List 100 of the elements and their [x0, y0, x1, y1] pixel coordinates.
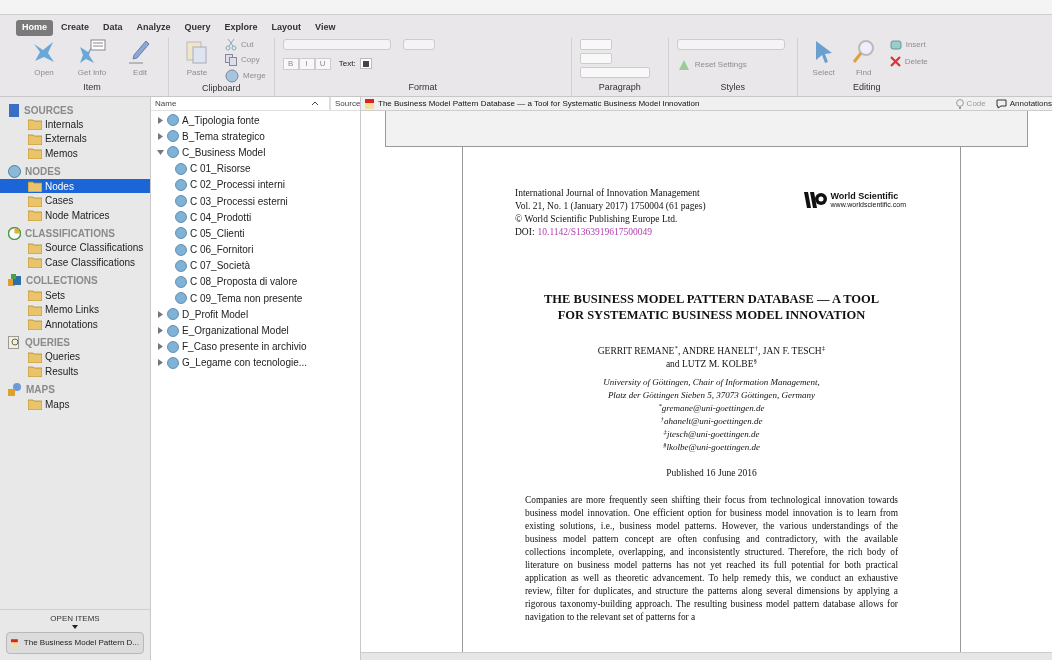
dropdown-arrow-icon[interactable] [72, 625, 78, 629]
expanded-arrow-icon[interactable] [157, 148, 164, 156]
node-name[interactable]: C 07_Società [190, 258, 251, 274]
collapsed-arrow-icon[interactable] [157, 132, 164, 140]
folder-icon [28, 256, 42, 269]
annotations-button[interactable]: Annotations [995, 97, 1052, 110]
node-icon [167, 114, 179, 127]
node-name[interactable]: A_Tipologia fonte [182, 112, 260, 128]
group-label: Clipboard [202, 82, 241, 95]
paper-title-line: FOR SYSTEMATIC BUSINESS MODEL INNOVATION [557, 307, 866, 323]
ribbon-tab[interactable]: Layout [265, 20, 308, 36]
sidebar-item[interactable]: Annotations [0, 316, 150, 332]
chart-icon [8, 227, 21, 241]
ribbon-tab[interactable]: Home [16, 20, 53, 36]
collapsed-arrow-icon[interactable] [157, 343, 164, 351]
section-heading: SOURCES [24, 103, 74, 118]
ribbon-tab[interactable]: Analyze [130, 20, 177, 36]
section-heading: CLASSIFICATIONS [25, 227, 115, 242]
section-heading: COLLECTIONS [26, 274, 98, 289]
node-icon [167, 356, 179, 369]
collapsed-arrow-icon[interactable] [157, 359, 164, 367]
sidebar-item[interactable]: Externals [0, 131, 150, 147]
pencil-icon [129, 38, 151, 65]
column-header[interactable]: Source [330, 97, 360, 110]
node-name[interactable]: E_Organizational Model [182, 323, 289, 339]
boxes-icon [8, 274, 22, 288]
node-icon [167, 130, 179, 143]
node-name[interactable]: F_Caso presente in archivio [182, 339, 307, 355]
group-label: Paragraph [598, 82, 641, 94]
open-item[interactable]: The Business Model Pattern D... [6, 632, 144, 654]
pdf-icon [11, 638, 18, 648]
paper-title-line: THE BUSINESS MODEL PATTERN DATABASE — A TOOL [543, 291, 880, 307]
node-name[interactable]: C 02_Processi interni [190, 177, 286, 193]
node-icon [175, 275, 187, 288]
folder-icon [28, 118, 42, 131]
folder-icon [28, 303, 42, 316]
folder-icon [28, 180, 42, 193]
node-icon [167, 340, 179, 353]
sidebar-item[interactable]: Internals [0, 117, 150, 132]
node-name[interactable]: C 09_Tema non presente [190, 290, 303, 306]
node-name[interactable]: C 06_Fornitori [190, 242, 254, 258]
group-label: Item [83, 82, 101, 94]
pdf-icon [365, 98, 374, 109]
column-header[interactable]: Name [151, 97, 310, 110]
node-name[interactable]: C_Business Model [182, 144, 266, 160]
affiliation-line: University of Göttingen, Chair of Information Management, [603, 376, 820, 389]
sidebar-item[interactable]: Results [0, 364, 150, 379]
node-name[interactable]: C 05_Clienti [190, 225, 245, 241]
section-heading: MAPS [26, 383, 55, 398]
publisher-logo-icon [803, 190, 828, 210]
doi-link[interactable]: 10.1142/S1363919617500049 [537, 226, 652, 239]
ribbon-tab[interactable]: Explore [218, 20, 264, 36]
sidebar-item[interactable]: Memo Links [0, 302, 150, 317]
sidebar-item[interactable]: Source Classifications [0, 240, 150, 256]
node-name[interactable]: D_Profit Model [182, 306, 249, 322]
node-name[interactable]: G_Legame con tecnologie... [182, 355, 308, 371]
sidebar-item[interactable]: Nodes [0, 178, 150, 194]
sidebar-item[interactable]: Case Classifications [0, 255, 150, 270]
node-name[interactable]: C 03_Processi esterni [190, 193, 288, 209]
journal-line: International Journal of Innovation Management [515, 187, 701, 200]
text-color-label: Text: [338, 57, 356, 70]
sidebar-item[interactable]: Cases [0, 193, 150, 208]
node-icon [175, 211, 187, 224]
scissors-icon [225, 38, 237, 51]
lightbulb-icon [955, 98, 964, 109]
sidebar-item[interactable]: Sets [0, 287, 150, 303]
color-swatch[interactable] [359, 58, 372, 69]
folder-icon [28, 289, 42, 302]
node-icon [175, 292, 187, 305]
document-tab-title: The Business Model Pattern Database — a Tool for Systematic Business Model Innovation [378, 98, 700, 109]
node-name[interactable]: C 04_Prodotti [190, 209, 252, 225]
collapsed-arrow-icon[interactable] [157, 310, 164, 318]
merge-icon [225, 68, 239, 83]
node-icon [175, 178, 187, 191]
sidebar-item[interactable]: Node Matrices [0, 207, 150, 223]
collapsed-arrow-icon[interactable] [157, 327, 164, 335]
node-icon [175, 195, 187, 208]
ribbon-tab[interactable]: Create [55, 20, 96, 36]
sidebar-item[interactable]: Memos [0, 146, 150, 161]
ribbon-tab[interactable]: Query [178, 20, 217, 36]
node-icon [167, 324, 179, 337]
delete-icon [889, 56, 901, 67]
folder-icon [28, 241, 42, 254]
collapsed-arrow-icon[interactable] [157, 116, 164, 124]
clipboard-icon [186, 38, 208, 65]
node-icon [167, 308, 179, 321]
node-icon [175, 243, 187, 256]
published-date: Published 16 June 2016 [665, 467, 758, 480]
node-name[interactable]: C 01_Risorse [190, 161, 251, 177]
folder-icon [28, 365, 42, 378]
node-name[interactable]: B_Tema strategico [182, 128, 265, 144]
sidebar-item[interactable]: Queries [0, 349, 150, 365]
folder-icon [28, 398, 42, 410]
sidebar-item[interactable]: Maps [0, 396, 150, 412]
open-items-heading: OPEN ITEMS [50, 613, 100, 625]
ribbon-tab[interactable]: Data [97, 20, 129, 36]
journal-line: © World Scientific Publishing Europe Ltd. [515, 213, 679, 226]
node-name[interactable]: C 08_Proposta di valore [190, 274, 298, 290]
abstract-paragraph: Companies are more frequently seen shifting their focus from technological innovation towards business model innovation. One efficient option for business model innovation is to learn from existing solutions, i.e., business model patterns. However, the various understandings of the business model pattern concept are often confusing and contradictory, with the available collections incomplete, overlapping, and inconsistently structured. Therefore, the rich body of literature on business model patterns has not yet reached its full potential for both practical application as well as theoretic advancement. To help remedy this, we conduct an exhaustive review, filter for duplicates, and structure the patterns along several dimensions by applying a rigorous taxonomy-building approach. The resulting business model pattern database allows for navigation to the relevant set of patterns for a [525, 494, 898, 625]
ribbon-tab[interactable]: View [309, 20, 342, 36]
